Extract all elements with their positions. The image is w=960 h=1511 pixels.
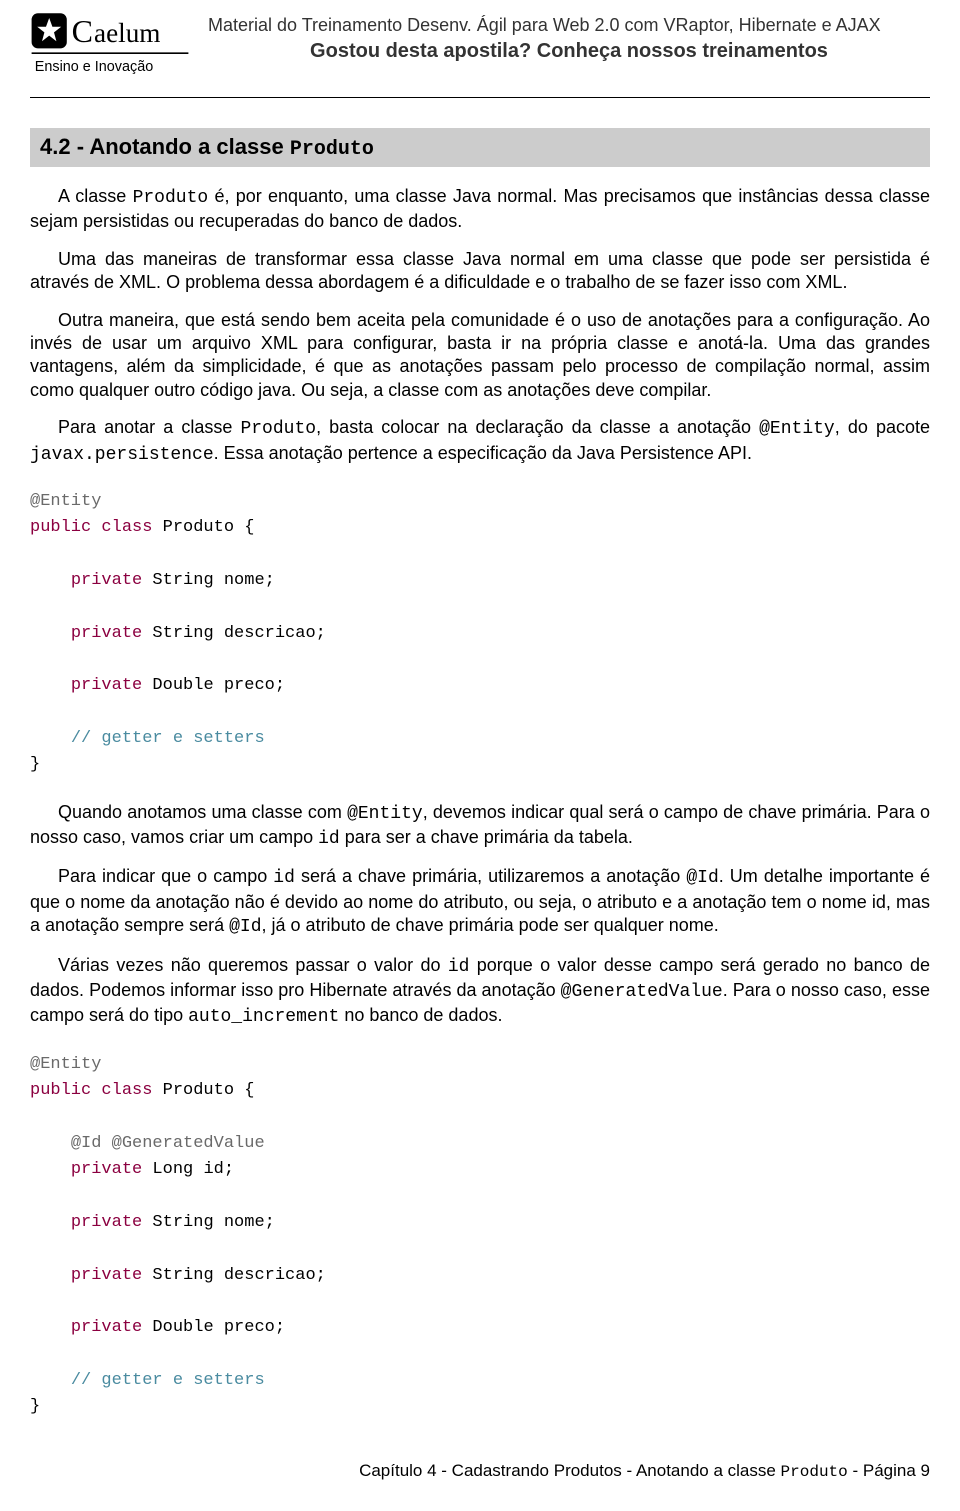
code-text: } (30, 755, 40, 774)
text: para ser a chave primária da tabela. (340, 827, 633, 847)
inline-code: javax.persistence (30, 445, 214, 465)
section-number-title: 4.2 - Anotando a classe (40, 134, 290, 159)
paragraph-6: Para indicar que o campo id será a chave… (30, 865, 930, 939)
code-keyword: private (71, 1213, 142, 1232)
inline-code: Produto (781, 1463, 848, 1481)
code-keyword: private (71, 1266, 142, 1285)
inline-code: auto_increment (188, 1007, 339, 1027)
header-text: Material do Treinamento Desenv. Ágil par… (208, 15, 930, 63)
code-keyword: private (71, 571, 142, 590)
code-keyword: public class (30, 1081, 152, 1100)
text: A classe (58, 186, 133, 206)
inline-code: id (318, 829, 340, 849)
inline-code: Produto (133, 188, 209, 208)
code-text: String descricao; (142, 624, 326, 643)
code-block-1: @Entity public class Produto { private S… (30, 489, 930, 779)
footer-text: Capítulo 4 - Cadastrando Produtos - Anot… (359, 1461, 780, 1480)
inline-code: id (273, 868, 295, 888)
text: Para indicar que o campo (58, 866, 273, 886)
text: Várias vezes não queremos passar o valor… (58, 955, 448, 975)
code-keyword: private (71, 624, 142, 643)
paragraph-4: Para anotar a classe Produto, basta colo… (30, 416, 930, 467)
footer-text: - Página 9 (848, 1461, 930, 1480)
code-text: Long id; (142, 1160, 234, 1179)
section-title-code: Produto (290, 138, 374, 161)
code-comment: // getter e setters (71, 729, 265, 748)
page-footer: Capítulo 4 - Cadastrando Produtos - Anot… (30, 1461, 930, 1481)
caelum-logo: C aelum Ensino e Inovação (30, 10, 190, 87)
text: . Essa anotação pertence a especificação… (214, 443, 752, 463)
page-header: C aelum Ensino e Inovação Material do Tr… (30, 10, 930, 87)
svg-text:C: C (72, 13, 93, 49)
text: no banco de dados. (339, 1005, 502, 1025)
code-text: Produto { (152, 1081, 254, 1100)
text: , basta colocar na declaração da classe … (316, 417, 759, 437)
paragraph-3: Outra maneira, que está sendo bem aceita… (30, 309, 930, 403)
page: C aelum Ensino e Inovação Material do Tr… (0, 0, 960, 1511)
code-annotation: @Entity (30, 1055, 101, 1074)
code-text: String descricao; (142, 1266, 326, 1285)
code-block-2: @Entity public class Produto { @Id @Gene… (30, 1052, 930, 1421)
inline-code: id (448, 957, 470, 977)
code-annotation: @Entity (30, 492, 101, 511)
inline-code: @Id (686, 868, 718, 888)
code-text: Produto { (152, 518, 254, 537)
header-subtitle: Material do Treinamento Desenv. Ágil par… (208, 15, 930, 36)
section-heading: 4.2 - Anotando a classe Produto (30, 128, 930, 167)
code-keyword: private (71, 1318, 142, 1337)
paragraph-2: Uma das maneiras de transformar essa cla… (30, 248, 930, 295)
code-text: } (30, 1397, 40, 1416)
svg-text:Ensino e Inovação: Ensino e Inovação (35, 59, 153, 75)
svg-text:aelum: aelum (94, 18, 160, 48)
inline-code: @Id (229, 917, 261, 937)
code-text: String nome; (142, 1213, 275, 1232)
header-title-link[interactable]: Gostou desta apostila? Conheça nossos tr… (208, 40, 930, 63)
inline-code: @Entity (347, 804, 423, 824)
inline-code: @Entity (759, 419, 835, 439)
text: Quando anotamos uma classe com (58, 802, 347, 822)
code-comment: // getter e setters (71, 1371, 265, 1390)
paragraph-7: Várias vezes não queremos passar o valor… (30, 954, 930, 1030)
inline-code: Produto (240, 419, 316, 439)
paragraph-5: Quando anotamos uma classe com @Entity, … (30, 801, 930, 852)
text: , do pacote (835, 417, 930, 437)
code-text: Double preco; (142, 1318, 285, 1337)
code-text: Double preco; (142, 676, 285, 695)
header-divider (30, 97, 930, 98)
code-annotation: @Id @GeneratedValue (71, 1134, 265, 1153)
paragraph-1: A classe Produto é, por enquanto, uma cl… (30, 185, 930, 234)
code-keyword: public class (30, 518, 152, 537)
text: , já o atributo de chave primária pode s… (262, 915, 719, 935)
code-keyword: private (71, 1160, 142, 1179)
code-text: String nome; (142, 571, 275, 590)
inline-code: @GeneratedValue (561, 982, 723, 1002)
code-keyword: private (71, 676, 142, 695)
text: será a chave primária, utilizaremos a an… (295, 866, 686, 886)
text: Para anotar a classe (58, 417, 240, 437)
